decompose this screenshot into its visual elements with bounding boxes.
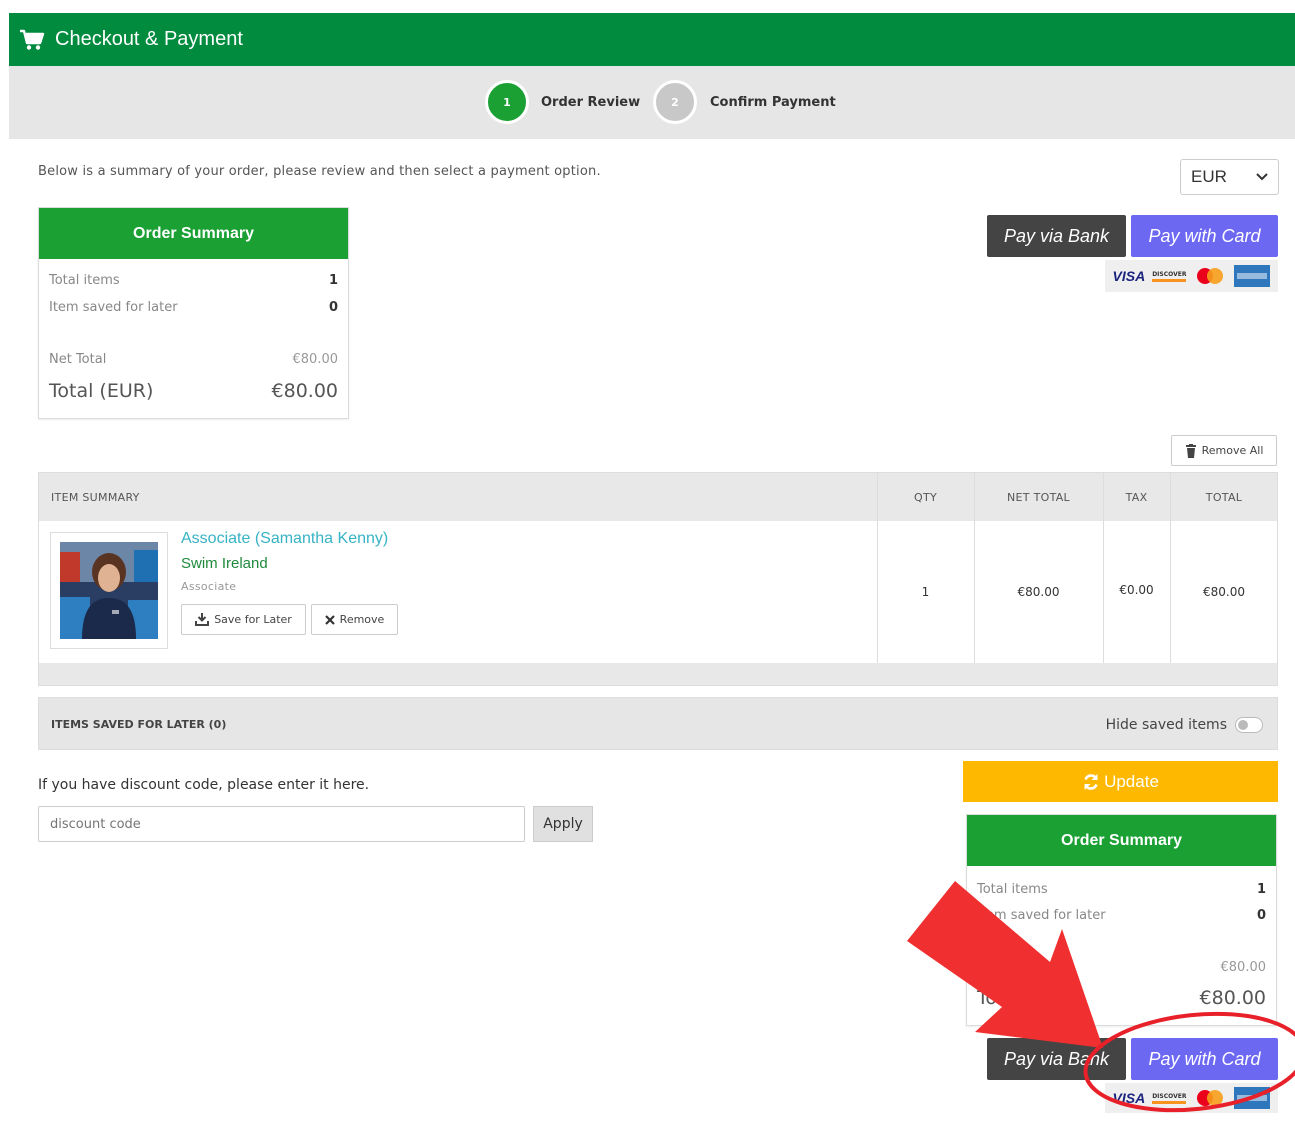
net-total-label: Net Total	[49, 351, 107, 367]
page-title: Checkout & Payment	[55, 28, 243, 50]
mastercard-logo	[1197, 268, 1224, 284]
table-footer	[39, 663, 1277, 685]
saved-items-value: 0	[328, 299, 338, 315]
saved-items-label: Item saved for later	[49, 299, 178, 315]
item-total: €80.00	[1203, 585, 1245, 599]
bottom-saved-items-label: Item saved for later	[977, 907, 1106, 923]
discover-logo: DISCOVER	[1152, 271, 1187, 282]
refresh-icon	[1084, 773, 1098, 790]
amex-logo-bottom	[1234, 1087, 1271, 1109]
item-organisation: Swim Ireland	[181, 555, 268, 572]
step-2-label: Confirm Payment	[710, 95, 836, 110]
cart-icon	[20, 29, 45, 50]
total-items-value: 1	[328, 272, 338, 288]
card-logos-bottom: VISA DISCOVER	[1105, 1083, 1278, 1113]
bottom-total-label: Total (EUR)	[977, 987, 1082, 1009]
item-net-total: €80.00	[1017, 585, 1060, 599]
bottom-saved-items-value: 0	[1256, 907, 1266, 923]
pay-with-card-button[interactable]: Pay with Card	[1131, 215, 1278, 257]
apply-button[interactable]: Apply	[533, 806, 593, 842]
update-button[interactable]: Update	[963, 761, 1278, 802]
item-thumbnail	[50, 532, 168, 649]
item-qty: 1	[921, 585, 930, 599]
total-value: €80.00	[271, 380, 338, 402]
total-label: Total (EUR)	[49, 380, 154, 402]
item-table: ITEM SUMMARY QTY NET TOTAL TAX TOTAL Ass…	[38, 472, 1278, 686]
visa-logo: VISA	[1112, 268, 1146, 284]
remove-item-button[interactable]: Remove	[311, 604, 398, 635]
step-1-label: Order Review	[541, 95, 641, 110]
saved-items-bar: ITEMS SAVED FOR LATER (0) Hide saved ite…	[38, 697, 1278, 750]
item-tax: €0.00	[1119, 583, 1154, 597]
hide-saved-toggle[interactable]	[1235, 716, 1263, 733]
chevron-down-icon	[1256, 173, 1268, 181]
header-tax: TAX	[1125, 490, 1148, 504]
remove-item-label: Remove	[339, 613, 385, 626]
remove-all-button[interactable]: Remove All	[1171, 435, 1277, 466]
item-type: Associate	[181, 580, 237, 593]
order-summary-bottom: Order Summary Total items 1 Item saved f…	[966, 814, 1277, 1026]
pay-via-bank-button-bottom[interactable]: Pay via Bank	[987, 1038, 1126, 1080]
download-icon	[195, 613, 210, 626]
card-logos: VISA DISCOVER	[1105, 260, 1278, 292]
remove-all-label: Remove All	[1201, 444, 1264, 457]
pay-via-bank-button[interactable]: Pay via Bank	[987, 215, 1126, 257]
save-for-later-button[interactable]: Save for Later	[181, 604, 306, 635]
step-1-indicator: 1	[485, 80, 529, 124]
intro-text: Below is a summary of your order, please…	[38, 164, 601, 179]
visa-logo-bottom: VISA	[1112, 1090, 1146, 1106]
order-summary-top: Order Summary Total items 1 Item saved f…	[38, 207, 349, 419]
bottom-net-total-value: €80.00	[1220, 959, 1267, 975]
hide-saved-toggle-wrap: Hide saved items	[1106, 698, 1263, 751]
trash-icon	[1185, 443, 1196, 458]
order-summary-bottom-title: Order Summary	[967, 815, 1276, 866]
discount-label: If you have discount code, please enter …	[38, 777, 370, 793]
amex-logo	[1234, 265, 1271, 287]
bottom-total-value: €80.00	[1199, 987, 1266, 1009]
discover-logo-bottom: DISCOVER	[1152, 1093, 1187, 1104]
net-total-value: €80.00	[292, 351, 339, 367]
member-photo	[60, 542, 158, 639]
step-bar: 1 Order Review 2 Confirm Payment	[9, 66, 1295, 139]
pay-with-card-button-bottom[interactable]: Pay with Card	[1131, 1038, 1278, 1080]
step-2-indicator: 2	[653, 80, 697, 124]
discount-code-input[interactable]	[38, 806, 525, 842]
bottom-total-items-label: Total items	[977, 881, 1048, 897]
currency-select[interactable]: EUR	[1180, 159, 1279, 195]
total-items-label: Total items	[49, 272, 120, 288]
bottom-net-total-label: Net Total	[977, 959, 1035, 975]
header-qty: QTY	[914, 490, 937, 504]
item-title-link[interactable]: Associate (Samantha Kenny)	[181, 530, 388, 548]
checkout-header: Checkout & Payment	[9, 13, 1295, 66]
hide-saved-label: Hide saved items	[1105, 716, 1227, 733]
bottom-total-items-value: 1	[1256, 881, 1266, 897]
order-summary-title: Order Summary	[39, 208, 348, 259]
close-icon	[324, 614, 335, 625]
save-for-later-label: Save for Later	[214, 613, 292, 626]
saved-items-title: ITEMS SAVED FOR LATER (0)	[51, 718, 227, 731]
header-net-total: NET TOTAL	[1007, 490, 1070, 504]
header-total: TOTAL	[1205, 490, 1243, 504]
header-item-summary: ITEM SUMMARY	[51, 490, 140, 504]
update-label: Update	[1104, 771, 1159, 791]
mastercard-logo-bottom	[1197, 1090, 1224, 1106]
